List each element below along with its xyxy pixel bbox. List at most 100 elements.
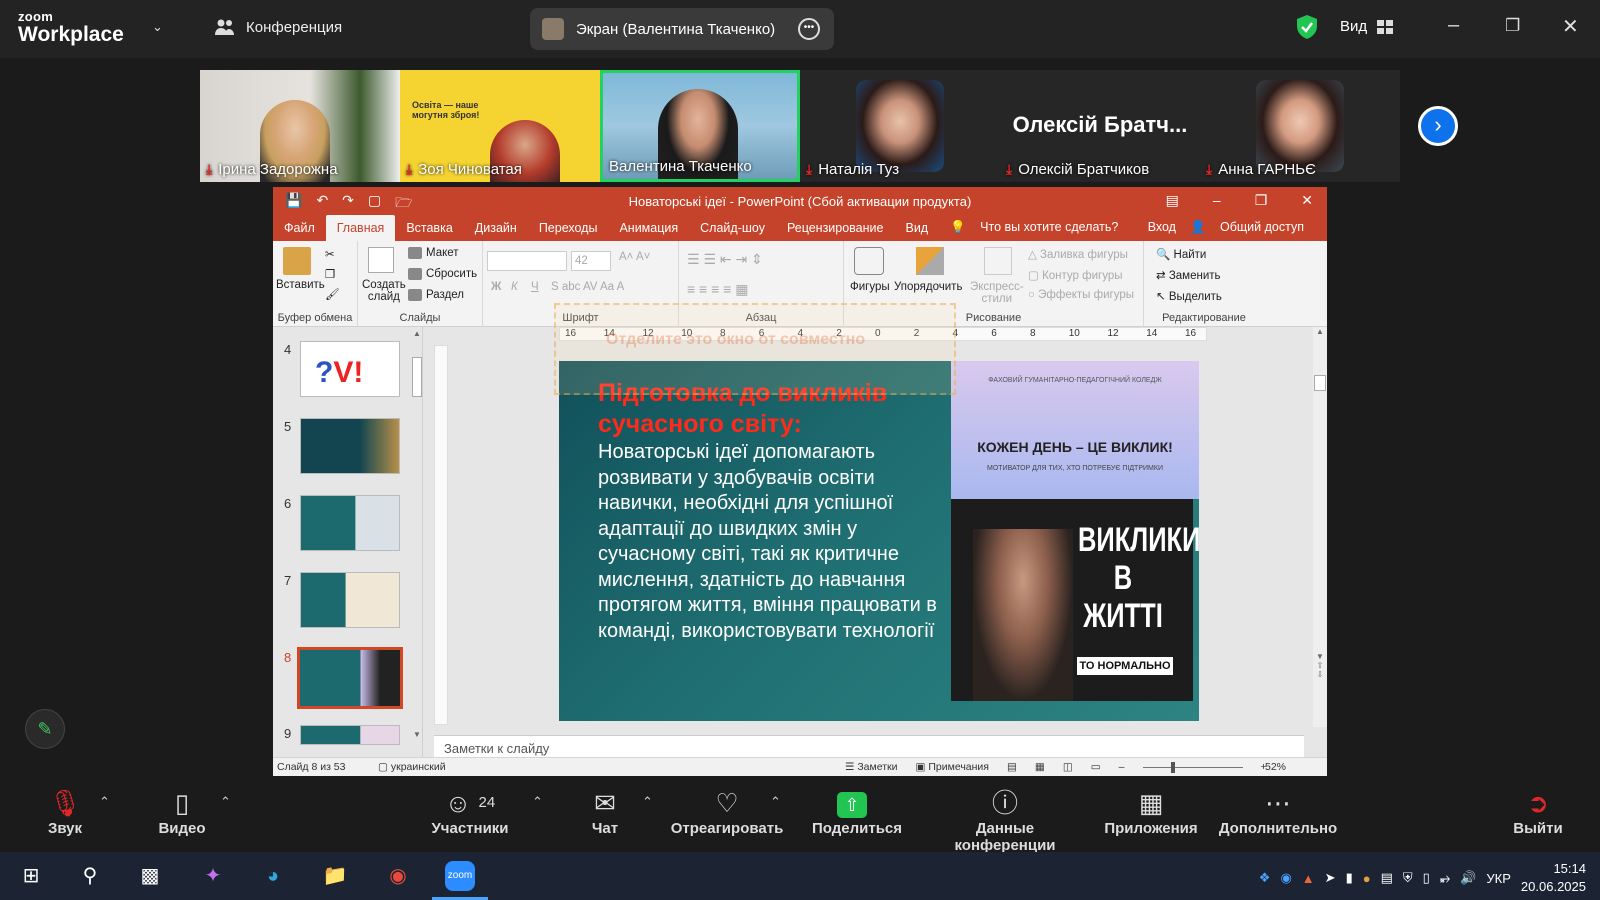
copilot-icon[interactable]: ✦ (198, 861, 228, 891)
scroll-up-icon[interactable]: ▲ (411, 329, 423, 338)
zoom-out-icon[interactable]: – (1119, 761, 1125, 773)
video-tile[interactable]: ⤓ Ірина Задорожна (200, 70, 400, 182)
zoom-level[interactable]: 52% (1265, 761, 1286, 773)
underline-button[interactable]: Ч (531, 281, 539, 293)
normal-view-icon[interactable]: ▤ (1007, 761, 1017, 773)
scroll-down-icon[interactable]: ▼ ⇧ ⇩ (1313, 652, 1327, 679)
tab-insert[interactable]: Вставка (395, 221, 463, 241)
new-slide-button[interactable]: Создать слайд (362, 279, 406, 303)
windows-start-icon[interactable]: ⊞ (16, 861, 46, 891)
quick-styles-button[interactable]: Экспресс-стили (970, 281, 1024, 305)
chevron-up-icon[interactable]: ⌃ (99, 794, 110, 810)
app-tray-icon[interactable]: ● (1363, 871, 1371, 886)
select-button[interactable]: ↖ Выделить (1156, 289, 1222, 303)
view-button[interactable]: Вид (1340, 18, 1394, 35)
reactions-button[interactable]: ♡ Отреагировать (670, 786, 784, 837)
font-size-field[interactable]: 42 (571, 251, 611, 271)
chevron-up-icon[interactable]: ⌃ (220, 794, 231, 810)
bluetooth-icon[interactable]: ❖ (1259, 870, 1271, 886)
align-icon[interactable]: ≡ ≡ ≡ ≡ ▦ (687, 281, 748, 298)
zoom-slider-thumb[interactable] (1170, 762, 1175, 773)
display-icon[interactable]: ▤ (1381, 870, 1393, 886)
paste-button[interactable]: Вставить (276, 279, 325, 291)
scroll-up-icon[interactable]: ▲ (1313, 327, 1327, 336)
file-explorer-icon[interactable]: 📁 (320, 861, 350, 891)
telegram-icon[interactable]: ➤ (1325, 870, 1336, 886)
reading-view-icon[interactable]: ◫ (1063, 761, 1073, 773)
close-icon[interactable]: ✕ (1562, 14, 1579, 39)
mute-button[interactable]: 🎙 Звук (45, 786, 85, 837)
tell-me-search[interactable]: 💡 Что вы хотите сделать? (939, 220, 1140, 241)
chevron-up-icon[interactable]: ⌃ (532, 794, 543, 810)
zoom-slider[interactable] (1142, 762, 1243, 773)
slide-thumbnail[interactable] (300, 572, 400, 628)
slide-scrollbar[interactable]: ▲ ▼ ⇧ ⇩ (1313, 327, 1327, 727)
battery-icon[interactable]: ▯ (1423, 870, 1430, 886)
tab-screen-share[interactable]: Экран (Валентина Ткаченко) ••• (530, 8, 834, 50)
keyboard-language[interactable]: УКР (1486, 871, 1511, 886)
layout-button[interactable]: Макет (408, 247, 459, 259)
format-painter-icon[interactable]: 🖌 (325, 287, 340, 301)
more-icon[interactable]: ••• (798, 18, 820, 40)
tab-view[interactable]: Вид (894, 221, 939, 241)
bold-button[interactable]: Ж (491, 281, 501, 293)
copy-icon[interactable]: ❐ (325, 267, 335, 281)
cut-icon[interactable]: ✂ (325, 247, 335, 261)
minimize-icon[interactable]: – (1213, 192, 1221, 209)
video-tile[interactable]: Освіта — наше могутня зброя! ⤓ Зоя Чиноват… (400, 70, 600, 182)
scroll-down-icon[interactable]: ▼ (411, 730, 423, 739)
replace-button[interactable]: ⇄ Заменить (1156, 268, 1221, 282)
share-button[interactable]: 👤 Общий доступ (1190, 220, 1315, 235)
tab-animation[interactable]: Анимация (608, 221, 689, 241)
leave-button[interactable]: ➲ Выйти (1513, 786, 1563, 837)
grow-font-icon[interactable]: A˄ A˅ (619, 251, 650, 263)
scroll-thumb[interactable] (1314, 375, 1326, 391)
chrome-icon[interactable]: ◉ (383, 861, 413, 891)
share-screen-button[interactable]: ⇧ Поделиться (812, 786, 902, 837)
reset-button[interactable]: Сбросить (408, 268, 477, 280)
close-icon[interactable]: ✕ (1301, 192, 1313, 209)
tab-design[interactable]: Дизайн (464, 221, 528, 241)
slide-thumbnail[interactable] (300, 725, 400, 745)
tab-file[interactable]: Файл (273, 221, 326, 241)
tab-slideshow[interactable]: Слайд-шоу (689, 221, 776, 241)
arrange-button[interactable]: Упорядочить (894, 281, 962, 293)
shape-effects-button[interactable]: ○ Эффекты фигуры (1028, 289, 1134, 301)
strikethrough-button[interactable]: S abc AV Aa A (551, 281, 624, 293)
restore-icon[interactable]: ❐ (1255, 192, 1268, 209)
app-tray-icon[interactable]: ▲ (1302, 871, 1315, 886)
search-icon[interactable]: ⚲ (75, 861, 105, 891)
scroll-thumb[interactable] (412, 357, 422, 397)
language-indicator[interactable]: ▢ украинский (378, 761, 446, 773)
italic-button[interactable]: К (511, 281, 518, 293)
sorter-view-icon[interactable]: ▦ (1035, 761, 1045, 773)
slideshow-view-icon[interactable]: ▭ (1091, 761, 1101, 773)
ribbon-display-icon[interactable]: ▤ (1166, 192, 1179, 209)
slide-thumbnail-selected[interactable] (297, 647, 403, 709)
tab-review[interactable]: Рецензирование (776, 221, 895, 241)
gallery-next-button[interactable]: › (1418, 106, 1458, 146)
chevron-up-icon[interactable]: ⌃ (770, 794, 781, 810)
microphone-icon[interactable]: ▮ (1346, 870, 1353, 886)
video-tile[interactable]: Олексій Братч... ⤓ Олексій Братчиков (1000, 70, 1200, 182)
zoom-tray-icon[interactable]: ◉ (1280, 870, 1291, 886)
shape-outline-button[interactable]: ▢ Контур фигуры (1028, 268, 1122, 282)
participants-button[interactable]: ☺ 24 Участники (425, 786, 515, 837)
current-slide[interactable]: Підготовка до викликів сучасного світу: … (559, 361, 1199, 721)
system-clock[interactable]: 15:14 20.06.2025 (1521, 860, 1586, 896)
chat-button[interactable]: ✉ Чат (585, 786, 625, 837)
find-button[interactable]: 🔍 Найти (1156, 247, 1206, 261)
notes-toggle-button[interactable]: ☰ Заметки (845, 761, 898, 773)
video-tile[interactable]: ⤓ Анна ГАРНЬЄ (1200, 70, 1400, 182)
more-button[interactable]: ⋯ Дополнительно (1218, 786, 1338, 837)
apps-button[interactable]: ▦ Приложения (1104, 786, 1198, 837)
wifi-icon[interactable]: ⥵ (1440, 870, 1450, 886)
video-button[interactable]: ▯ Видео (157, 786, 207, 837)
section-button[interactable]: Раздел (408, 289, 464, 301)
slide-thumbnail[interactable] (300, 495, 400, 551)
security-icon[interactable]: ⛨ (1403, 870, 1413, 886)
tab-meeting[interactable]: Конференция (214, 18, 342, 36)
shape-fill-button[interactable]: △ Заливка фигуры (1028, 247, 1128, 261)
tab-home[interactable]: Главная (325, 215, 396, 241)
edge-icon[interactable]: ◕ (258, 861, 288, 891)
